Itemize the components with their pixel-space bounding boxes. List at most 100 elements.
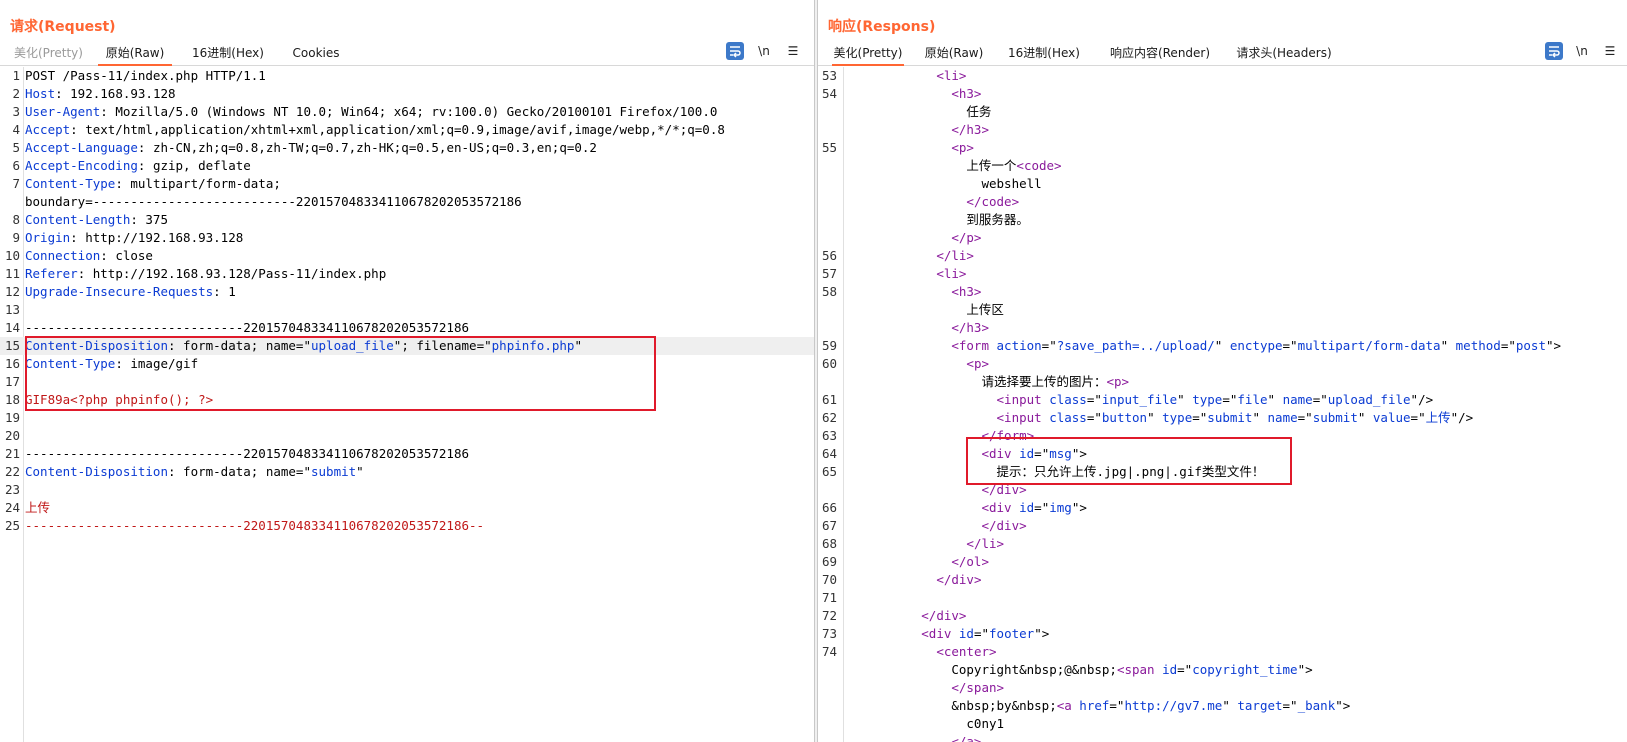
code-token: " [1177, 392, 1193, 407]
code-token: " [1357, 410, 1373, 425]
code-token: "> [1034, 626, 1050, 641]
line-text: </div> [846, 481, 1026, 499]
tab-response-headers[interactable]: 请求头(Headers) [1236, 44, 1332, 66]
wrap-lines-icon[interactable] [1545, 42, 1563, 60]
tab-response-raw[interactable]: 原始(Raw) [922, 44, 986, 66]
response-lines: 53 <li> 54 <h3> 任务 </h3> 55 <p> 上传一个<code>… [818, 67, 1627, 742]
code-token: href [1079, 698, 1110, 713]
line-number: 23 [4, 482, 20, 497]
code-token: =" [1086, 392, 1102, 407]
code-token: </code> [966, 194, 1020, 209]
line-text: Origin: http://192.168.93.128 [25, 229, 243, 247]
line-text: Referer: http://192.168.93.128/Pass-11/i… [25, 265, 386, 283]
code-token: 上传一个 [846, 158, 1017, 173]
code-line: 73 <div id="footer"> [818, 625, 1627, 643]
line-number: 15 [4, 338, 20, 353]
code-line: 63 </form> [818, 427, 1627, 445]
code-token: 提示：只允许上传.jpg|.png|.gif类型文件！ [846, 464, 1265, 479]
code-line: Copyright&nbsp;@&nbsp;<span id="copyrigh… [818, 661, 1627, 679]
line-text: <center> [846, 643, 996, 661]
tab-response-render[interactable]: 响应内容(Render) [1108, 44, 1212, 66]
code-token: upload_file [311, 338, 394, 353]
code-token: </p> [951, 230, 982, 245]
code-line: 上传一个<code> [818, 157, 1627, 175]
tab-request-cookies[interactable]: Cookies [288, 44, 344, 66]
line-number: 7 [12, 176, 20, 191]
code-line: 71 [818, 589, 1627, 607]
tab-request-hex[interactable]: 16进制(Hex) [188, 44, 268, 66]
code-token: =" [1297, 410, 1313, 425]
code-line: 21 -----------------------------220157048… [0, 445, 814, 463]
code-token: </h3> [951, 122, 989, 137]
code-token: 上传 [25, 500, 51, 515]
code-line: 5 Accept-Language: zh-CN,zh;q=0.8,zh-TW;q… [0, 139, 814, 157]
code-token: 到服务器。 [846, 212, 1029, 227]
line-text: -----------------------------22015704833… [25, 445, 469, 463]
response-editor[interactable]: 53 <li> 54 <h3> 任务 </h3> 55 <p> 上传一个<code>… [818, 67, 1627, 742]
line-text: Accept: text/html,application/xhtml+xml,… [25, 121, 725, 139]
code-token: post [1515, 338, 1546, 353]
code-token: -----------------------------22015704833… [25, 320, 470, 335]
line-number: 6 [12, 158, 20, 173]
code-line: 67 </div> [818, 517, 1627, 535]
line-number: 25 [4, 518, 20, 533]
code-line: 8 Content-Length: 375 [0, 211, 814, 229]
code-token: <div [981, 446, 1020, 461]
line-number: 1 [12, 68, 20, 83]
code-token: : form-data; name=" [168, 338, 311, 353]
line-text: POST /Pass-11/index.php HTTP/1.1 [25, 67, 266, 85]
code-token: " [1440, 338, 1456, 353]
line-text: <div id="img"> [846, 499, 1087, 517]
code-line: 7 Content-Type: multipart/form-data; [0, 175, 814, 193]
code-token: -----------------------------22015704833… [25, 446, 470, 461]
line-text: boundary=---------------------------2201… [25, 193, 522, 211]
request-editor[interactable]: 1 POST /Pass-11/index.php HTTP/1.1 2 Host: … [0, 67, 814, 742]
code-token: submit [311, 464, 357, 479]
line-text: -----------------------------22015704833… [25, 517, 484, 535]
newline-toggle[interactable]: \n [1573, 42, 1591, 60]
code-token: : http://192.168.93.128 [70, 230, 244, 245]
code-token: Connection [25, 248, 101, 263]
line-text: <li> [846, 265, 966, 283]
line-number: 17 [4, 374, 20, 389]
code-token: msg [1049, 446, 1072, 461]
code-line: 3 User-Agent: Mozilla/5.0 (Windows NT 10.… [0, 103, 814, 121]
tab-response-hex[interactable]: 16进制(Hex) [1004, 44, 1084, 66]
code-line: </h3> [818, 319, 1627, 337]
line-number: 22 [4, 464, 20, 479]
line-text: -----------------------------22015704833… [25, 319, 469, 337]
code-token: =" [1312, 392, 1328, 407]
code-token: "> [1071, 500, 1087, 515]
line-text: </a> [846, 733, 981, 742]
code-token: id [958, 626, 974, 641]
code-token: " [574, 338, 582, 353]
line-text: </h3> [846, 121, 989, 139]
line-number: 54 [821, 86, 837, 101]
wrap-lines-icon[interactable] [726, 42, 744, 60]
line-text: </span> [846, 679, 1004, 697]
newline-toggle[interactable]: \n [755, 42, 773, 60]
code-token: webshell [846, 176, 1042, 191]
code-token: Host [25, 86, 56, 101]
code-line: 72 </div> [818, 607, 1627, 625]
menu-icon[interactable]: ☰ [1601, 42, 1619, 60]
line-text: <form action="?save_path=../upload/" enc… [846, 337, 1561, 355]
code-token: upload_file [1327, 392, 1411, 407]
code-line: 17 [0, 373, 814, 391]
tab-request-raw[interactable]: 原始(Raw) [98, 44, 172, 66]
code-line: 10 Connection: close [0, 247, 814, 265]
line-text: c0ny1 [846, 715, 1004, 733]
code-token: : 375 [130, 212, 168, 227]
line-number: 8 [12, 212, 20, 227]
code-line: 6 Accept-Encoding: gzip, deflate [0, 157, 814, 175]
code-token: action [996, 338, 1042, 353]
tab-request-pretty[interactable]: 美化(Pretty) [14, 44, 83, 66]
tab-response-pretty[interactable]: 美化(Pretty) [832, 44, 904, 66]
menu-icon[interactable]: ☰ [784, 42, 802, 60]
